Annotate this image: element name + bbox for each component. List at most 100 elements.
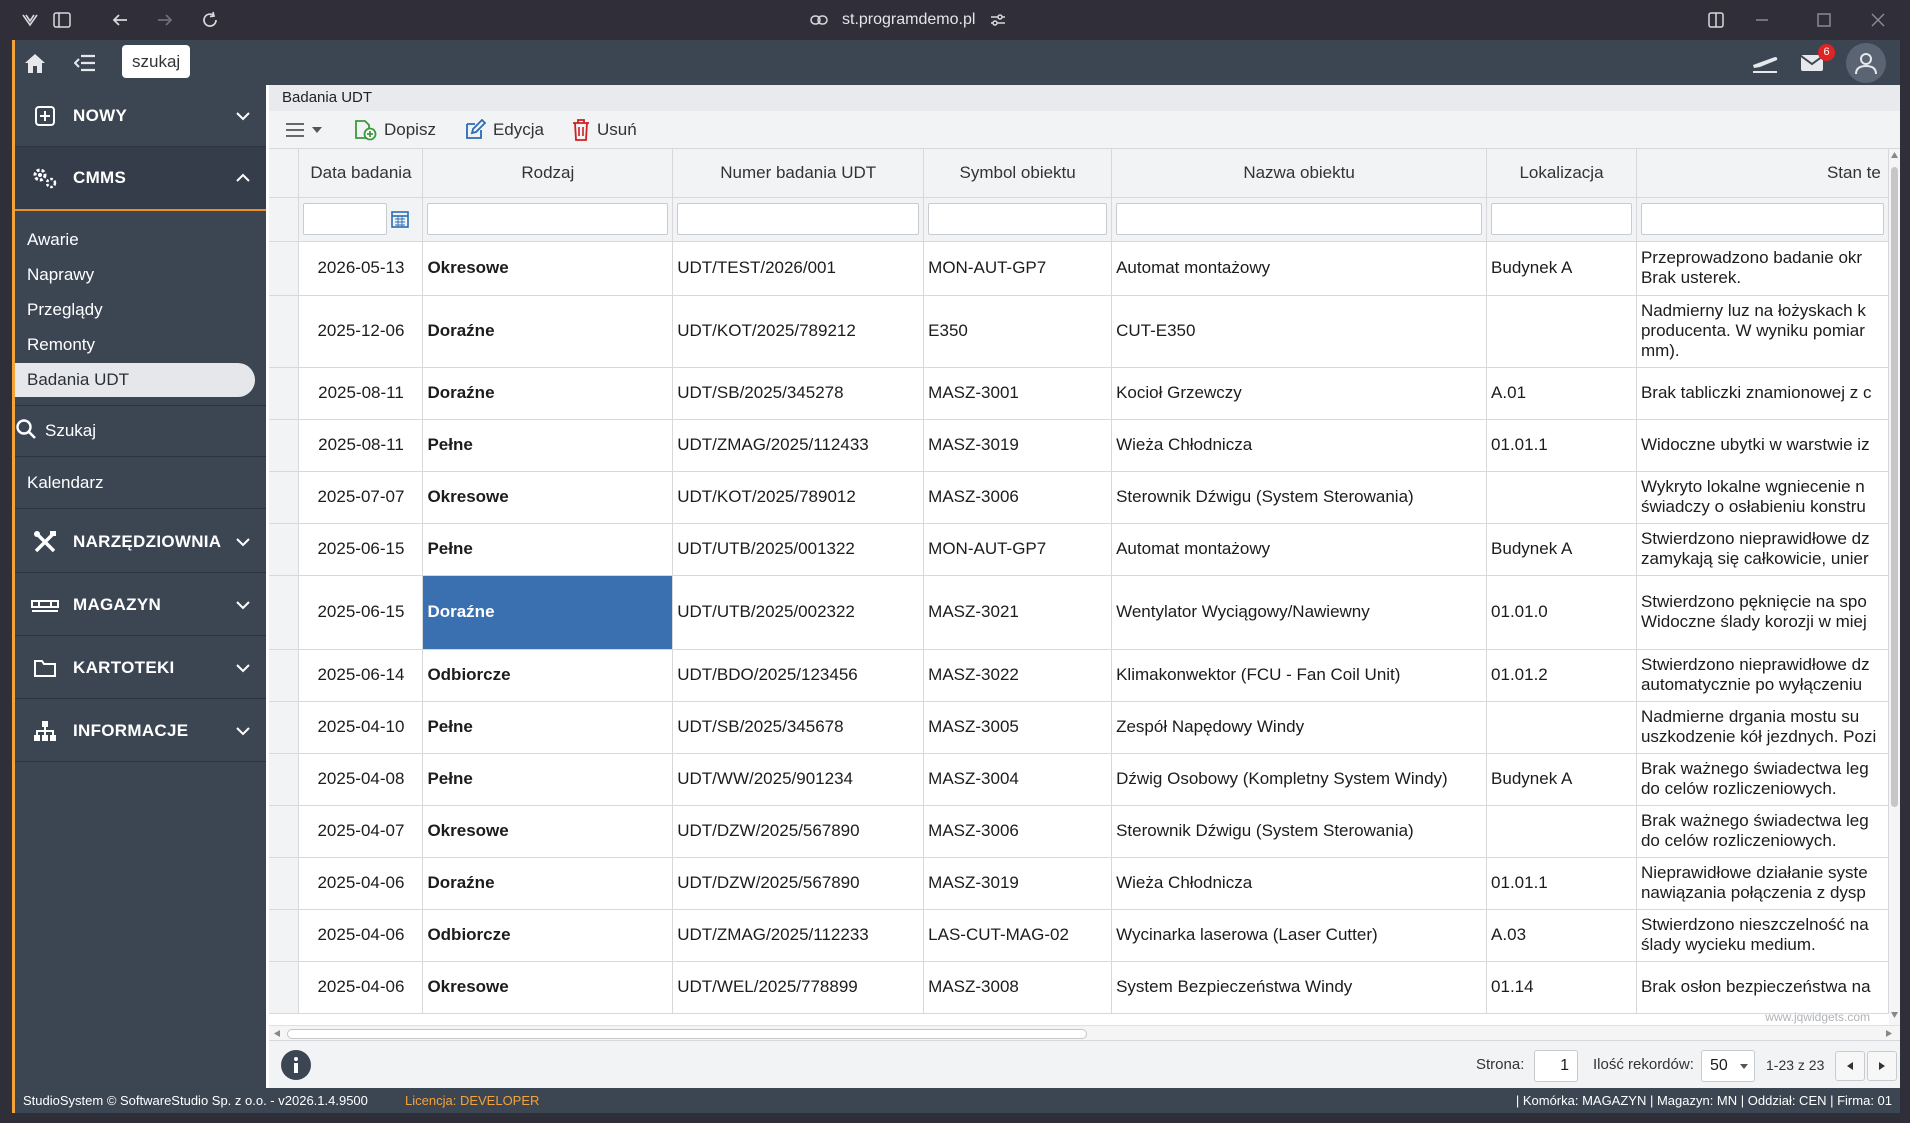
column-menu-button[interactable] — [285, 122, 323, 138]
cell-kind[interactable]: Odbiorcze — [422, 649, 674, 702]
search-button[interactable]: szukaj — [122, 45, 191, 78]
cell-kind[interactable]: Doraźne — [422, 295, 674, 368]
table-row[interactable]: 2025-04-06 Okresowe UDT/WEL/2025/778899 MAS… — [269, 961, 1889, 1014]
cell-state[interactable]: Brak tabliczki znamionowej z c — [1636, 367, 1889, 420]
cell-state[interactable]: Stwierdzono pęknięcie na spo Widoczne śl… — [1636, 575, 1889, 650]
filter-name-input[interactable] — [1116, 203, 1483, 235]
vertical-scrollbar[interactable] — [1889, 149, 1900, 1025]
maximize-icon[interactable] — [1812, 8, 1836, 32]
site-settings-icon[interactable] — [989, 12, 1007, 28]
plane-icon[interactable] — [1750, 48, 1780, 78]
filter-state-input[interactable] — [1640, 203, 1884, 235]
cell-number[interactable]: UDT/ZMAG/2025/112433 — [672, 419, 925, 472]
cell-number[interactable]: UDT/UTB/2025/002322 — [672, 575, 925, 650]
sidebar-section-informacje[interactable]: INFORMACJE — [15, 700, 266, 762]
table-row[interactable]: 2025-06-15 Doraźne UDT/UTB/2025/002322 MASZ… — [269, 575, 1889, 650]
cell-date[interactable]: 2025-06-14 — [298, 649, 424, 702]
row-index-cell[interactable] — [269, 857, 300, 910]
next-page-button[interactable] — [1867, 1051, 1897, 1081]
cell-number[interactable]: UDT/DZW/2025/567890 — [672, 805, 925, 858]
header-name[interactable]: Nazwa obiektu — [1111, 149, 1488, 198]
row-index-cell[interactable] — [269, 961, 300, 1014]
row-index-cell[interactable] — [269, 295, 300, 368]
delete-button[interactable]: Usuń — [572, 118, 637, 141]
cell-location[interactable]: A.03 — [1486, 909, 1637, 962]
cell-state[interactable]: Stwierdzono nieprawidłowe dz automatyczn… — [1636, 649, 1889, 702]
page-input[interactable]: 1 — [1534, 1050, 1578, 1082]
row-index-cell[interactable] — [269, 241, 300, 296]
sidebar-section-nowy[interactable]: NOWY — [15, 85, 266, 147]
row-index-cell[interactable] — [269, 701, 300, 754]
sidebar-item-badania-udt[interactable]: Badania UDT — [15, 363, 255, 397]
cell-number[interactable]: UDT/WW/2025/901234 — [672, 753, 925, 806]
cell-state[interactable]: Przeprowadzono badanie okr Brak usterek. — [1636, 241, 1889, 296]
sidebar-item-awarie[interactable]: Awarie — [15, 223, 266, 257]
cell-date[interactable]: 2025-06-15 — [298, 575, 424, 650]
cell-symbol[interactable]: LAS-CUT-MAG-02 — [923, 909, 1113, 962]
cell-state[interactable]: Brak ważnego świadectwa leg do celów roz… — [1636, 753, 1889, 806]
cell-number[interactable]: UDT/KOT/2025/789212 — [672, 295, 925, 368]
table-row[interactable]: 2025-12-06 Doraźne UDT/KOT/2025/789212 E350… — [269, 295, 1889, 368]
table-row[interactable]: 2025-04-07 Okresowe UDT/DZW/2025/567890 MAS… — [269, 805, 1889, 858]
table-row[interactable]: 2025-08-11 Pełne UDT/ZMAG/2025/112433 MASZ-… — [269, 419, 1889, 472]
prev-page-button[interactable] — [1835, 1051, 1865, 1081]
cell-state[interactable]: Wykryto lokalne wgniecenie n świadczy o … — [1636, 471, 1889, 524]
cell-kind[interactable]: Okresowe — [422, 471, 674, 524]
cell-date[interactable]: 2025-04-06 — [298, 857, 424, 910]
sidebar-item-przeglady[interactable]: Przeglądy — [15, 293, 266, 327]
table-row[interactable]: 2025-04-08 Pełne UDT/WW/2025/901234 MASZ-30… — [269, 753, 1889, 806]
cell-symbol[interactable]: MASZ-3019 — [923, 419, 1113, 472]
cell-symbol[interactable]: MASZ-3005 — [923, 701, 1113, 754]
sidebar-item-naprawy[interactable]: Naprawy — [15, 258, 266, 292]
cell-name[interactable]: Wentylator Wyciągowy/Nawiewny — [1111, 575, 1488, 650]
cell-name[interactable]: Zespół Napędowy Windy — [1111, 701, 1488, 754]
cell-name[interactable]: Klimakonwektor (FCU - Fan Coil Unit) — [1111, 649, 1488, 702]
cell-symbol[interactable]: MASZ-3022 — [923, 649, 1113, 702]
mail-icon[interactable]: 6 — [1797, 44, 1835, 78]
cell-number[interactable]: UDT/KOT/2025/789012 — [672, 471, 925, 524]
cell-name[interactable]: Sterownik Dźwigu (System Sterowania) — [1111, 805, 1488, 858]
cell-location[interactable]: 01.14 — [1486, 961, 1637, 1014]
cell-name[interactable]: System Bezpieczeństwa Windy — [1111, 961, 1488, 1014]
cell-name[interactable]: CUT-E350 — [1111, 295, 1488, 368]
cell-number[interactable]: UDT/UTB/2025/001322 — [672, 523, 925, 576]
info-icon[interactable] — [281, 1050, 311, 1080]
filter-kind-input[interactable] — [427, 203, 669, 235]
sidebar-item-remonty[interactable]: Remonty — [15, 328, 266, 362]
header-symbol[interactable]: Symbol obiektu — [923, 149, 1113, 198]
cell-kind[interactable]: Okresowe — [422, 805, 674, 858]
table-row[interactable]: 2025-08-11 Doraźne UDT/SB/2025/345278 MASZ-… — [269, 367, 1889, 420]
cell-location[interactable]: 01.01.1 — [1486, 419, 1637, 472]
table-row[interactable]: 2025-06-14 Odbiorcze UDT/BDO/2025/123456 MA… — [269, 649, 1889, 702]
row-index-cell[interactable] — [269, 523, 300, 576]
cell-kind[interactable]: Okresowe — [422, 241, 674, 296]
cell-state[interactable]: Brak osłon bezpieczeństwa na — [1636, 961, 1889, 1014]
cell-location[interactable]: A.01 — [1486, 367, 1637, 420]
add-button[interactable]: Dopisz — [353, 119, 436, 141]
cell-kind[interactable]: Pełne — [422, 419, 674, 472]
cell-location[interactable]: Budynek A — [1486, 753, 1637, 806]
cell-kind[interactable]: Odbiorcze — [422, 909, 674, 962]
table-row[interactable]: 2026-05-13 Okresowe UDT/TEST/2026/001 MON-A… — [269, 241, 1889, 296]
cell-state[interactable]: Nadmierne drgania mostu su uszkodzenie k… — [1636, 701, 1889, 754]
cell-symbol[interactable]: MON-AUT-GP7 — [923, 241, 1113, 296]
scroll-right-icon[interactable] — [1885, 1029, 1893, 1038]
cell-location[interactable]: Budynek A — [1486, 523, 1637, 576]
cell-date[interactable]: 2025-08-11 — [298, 367, 424, 420]
cell-state[interactable]: Widoczne ubytki w warstwie iz — [1636, 419, 1889, 472]
row-index-cell[interactable] — [269, 649, 300, 702]
cell-number[interactable]: UDT/WEL/2025/778899 — [672, 961, 925, 1014]
cell-state[interactable]: Stwierdzono nieszczelność na ślady wycie… — [1636, 909, 1889, 962]
header-number[interactable]: Numer badania UDT — [672, 149, 925, 198]
cell-date[interactable]: 2025-07-07 — [298, 471, 424, 524]
sidebar-item-kalendarz[interactable]: Kalendarz — [15, 457, 266, 509]
user-avatar[interactable] — [1846, 43, 1886, 83]
table-row[interactable]: 2025-04-06 Doraźne UDT/DZW/2025/567890 MASZ… — [269, 857, 1889, 910]
cell-location[interactable] — [1486, 471, 1637, 524]
records-select[interactable]: 50 — [1701, 1050, 1755, 1082]
reload-icon[interactable] — [198, 8, 222, 32]
cell-symbol[interactable]: MASZ-3006 — [923, 805, 1113, 858]
cell-location[interactable]: 01.01.2 — [1486, 649, 1637, 702]
cell-name[interactable]: Sterownik Dźwigu (System Sterowania) — [1111, 471, 1488, 524]
minimize-icon[interactable] — [1750, 8, 1774, 32]
